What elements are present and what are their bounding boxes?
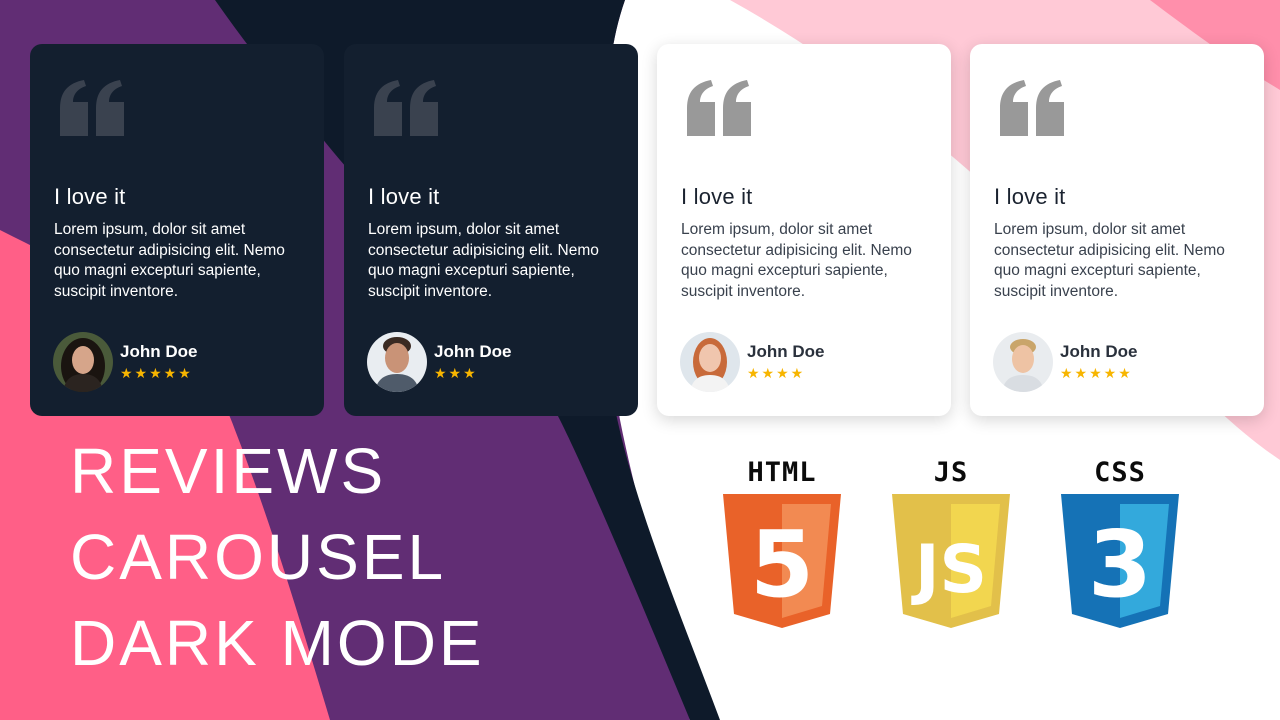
js-shield-icon: JS bbox=[892, 494, 1010, 628]
reviewer-name: John Doe bbox=[434, 342, 512, 361]
html5-glyph: 5 bbox=[750, 511, 814, 618]
headline-line-3: DARK MODE bbox=[70, 607, 485, 679]
avatar bbox=[53, 332, 113, 392]
css-label: CSS bbox=[1094, 457, 1146, 488]
css3-shield-icon: 3 bbox=[1061, 494, 1179, 628]
headline-line-2: CAROUSEL bbox=[70, 521, 447, 593]
js-label: JS bbox=[933, 457, 969, 488]
star-rating: ★★★★★ bbox=[120, 365, 193, 381]
js-glyph: JS bbox=[911, 531, 987, 608]
review-card-1: I love it Lorem ipsum, dolor sit amet co… bbox=[30, 44, 324, 416]
star-rating: ★★★ bbox=[434, 365, 478, 381]
avatar bbox=[367, 332, 427, 392]
html-label: HTML bbox=[747, 457, 817, 488]
html5-logo: HTML 5 bbox=[717, 458, 847, 628]
review-text: Lorem ipsum, dolor sit amet consectetur … bbox=[368, 221, 599, 300]
review-title: I love it bbox=[54, 184, 126, 209]
star-rating: ★★★★★ bbox=[1060, 365, 1133, 381]
review-title: I love it bbox=[994, 184, 1066, 209]
review-text: Lorem ipsum, dolor sit amet consectetur … bbox=[54, 221, 285, 300]
quote-icon bbox=[1000, 80, 1064, 136]
reviewer-name: John Doe bbox=[747, 342, 825, 361]
review-card-2: I love it Lorem ipsum, dolor sit amet co… bbox=[344, 44, 638, 416]
star-rating: ★★★★ bbox=[747, 365, 806, 381]
reviewer-name: John Doe bbox=[120, 342, 198, 361]
review-text: Lorem ipsum, dolor sit amet consectetur … bbox=[681, 221, 912, 300]
html5-shield-icon: 5 bbox=[723, 494, 841, 628]
quote-icon bbox=[60, 80, 124, 136]
css3-logo: CSS 3 bbox=[1055, 458, 1185, 628]
quote-icon bbox=[687, 80, 751, 136]
reviewer-name: John Doe bbox=[1060, 342, 1138, 361]
avatar bbox=[993, 332, 1053, 392]
review-title: I love it bbox=[681, 184, 753, 209]
review-text: Lorem ipsum, dolor sit amet consectetur … bbox=[994, 221, 1225, 300]
headline: REVIEWS CAROUSEL DARK MODE bbox=[70, 428, 485, 686]
css3-glyph: 3 bbox=[1088, 511, 1152, 618]
js-logo: JS JS bbox=[886, 458, 1016, 628]
review-card-4: I love it Lorem ipsum, dolor sit amet co… bbox=[970, 44, 1264, 416]
review-title: I love it bbox=[368, 184, 440, 209]
headline-line-1: REVIEWS bbox=[70, 435, 387, 507]
avatar bbox=[680, 332, 740, 392]
review-card-3: I love it Lorem ipsum, dolor sit amet co… bbox=[657, 44, 951, 416]
quote-icon bbox=[374, 80, 438, 136]
